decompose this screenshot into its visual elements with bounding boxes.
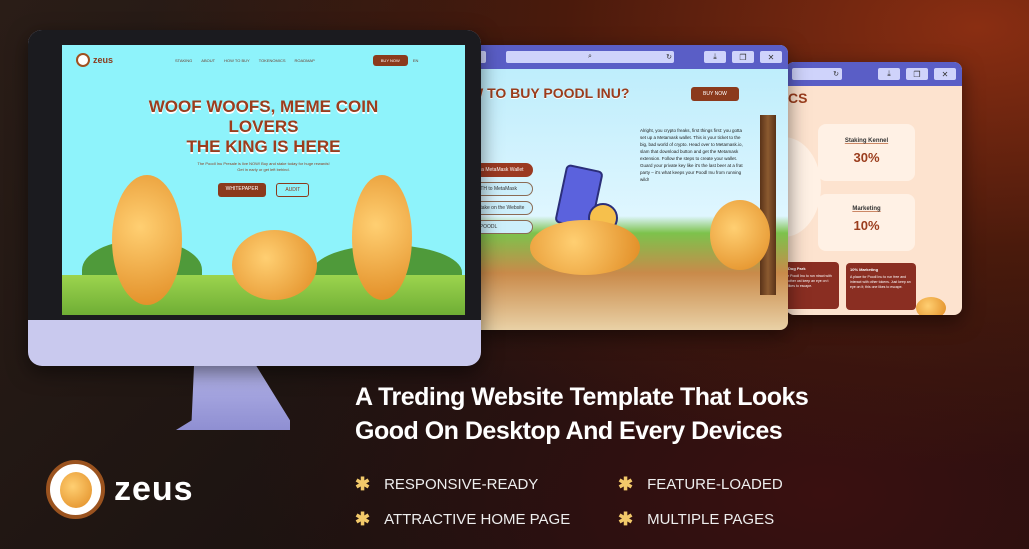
reload-icon[interactable]: ↻ [666, 53, 672, 61]
card-value: 10% [853, 218, 880, 233]
download-icon[interactable]: ⤓ [704, 51, 726, 63]
headline-line: Good On Desktop And Every Devices [355, 417, 783, 445]
section-title: W TO BUY POODL INU? [470, 85, 630, 101]
feature-label: ATTRACTIVE HOME PAGE [384, 511, 571, 528]
monitor-bezel: zeus STAKING ABOUT HOW TO BUY TOKENOMICS… [28, 30, 481, 320]
monitor-stand [176, 366, 290, 430]
feature-item: ✱ ATTRACTIVE HOME PAGE [355, 509, 570, 530]
how-to-buy-window: ⌕ ↻ ⤓ ❐ ✕ W TO BUY POODL INU? BUY NOW e a… [470, 45, 788, 330]
asterisk-icon: ✱ [355, 474, 371, 494]
card-label: Staking Kennel [844, 138, 889, 144]
info-card: 10% Marketing A place for Poodl Inu to r… [846, 263, 916, 310]
lion-illustration [916, 297, 946, 315]
card-value: 30% [853, 150, 880, 165]
brand-name: zeus [114, 470, 194, 508]
info-card: Dog Park r Poodl Inu to run ntract with … [786, 262, 839, 309]
lion-logo-icon [60, 472, 92, 508]
address-bar[interactable]: ⌕ ↻ [506, 51, 674, 63]
card-label: Marketing [852, 206, 881, 212]
download-icon[interactable]: ⤓ [878, 68, 900, 80]
hero-title-line: THE KING IS HERE [186, 137, 341, 156]
buy-now-button[interactable]: BUY NOW [691, 87, 739, 101]
restore-icon[interactable]: ❐ [906, 68, 928, 80]
buy-now-button[interactable]: BUY NOW [372, 54, 408, 66]
feature-label: MULTIPLE PAGES [647, 511, 775, 528]
search-icon: ⌕ [588, 53, 592, 60]
address-bar[interactable]: ↻ [792, 68, 842, 80]
nav-about[interactable]: ABOUT [201, 58, 215, 63]
whitepaper-button[interactable]: WHITEPAPER [217, 183, 267, 197]
lion-logo-icon [76, 53, 90, 67]
lion-illustration [710, 200, 770, 270]
nav-roadmap[interactable]: ROADMAP [295, 58, 315, 63]
info-text: r Poodl Inu to run ntract with other ust… [788, 274, 832, 288]
hero-sub-line: Get in early or get left behind. [237, 167, 290, 172]
close-icon[interactable]: ✕ [760, 51, 782, 63]
lion-illustration [530, 220, 640, 275]
tokenomics-window: ↻ ⤓ ❐ ✕ CS Staking Kennel 30% Marketing … [786, 62, 962, 315]
nav-tokenomics[interactable]: TOKENOMICS [259, 58, 286, 63]
hero-title: WOOF WOOFS, MEME COIN LOVERS THE KING IS… [62, 97, 465, 157]
chart-shape [786, 137, 821, 237]
hero-subtitle: The Poodl Inu Presale is live NOW! Buy a… [62, 161, 465, 173]
close-icon[interactable]: ✕ [934, 68, 956, 80]
brand-logo [46, 460, 105, 519]
feature-label: RESPONSIVE-READY [384, 476, 539, 493]
monitor: zeus STAKING ABOUT HOW TO BUY TOKENOMICS… [28, 30, 481, 366]
section-title: CS [788, 90, 808, 106]
tree-illustration [760, 115, 776, 295]
hero-title-line: LOVERS [228, 117, 299, 136]
token-card: Staking Kennel 30% [818, 124, 915, 181]
lion-illustration [112, 175, 182, 305]
feature-label: FEATURE-LOADED [647, 476, 783, 493]
restore-icon[interactable]: ❐ [732, 51, 754, 63]
browser-bar: ↻ ⤓ ❐ ✕ [786, 62, 962, 86]
info-title: Dog Park [788, 266, 806, 271]
hero-title-line: WOOF WOOFS, MEME COIN [148, 97, 379, 116]
site-logo[interactable]: zeus [76, 53, 113, 67]
browser-bar: ⌕ ↻ ⤓ ❐ ✕ [470, 45, 788, 69]
brand-name: zeus [93, 55, 114, 65]
audit-button[interactable]: AUDIT [276, 183, 310, 197]
reload-icon[interactable]: ↻ [833, 70, 839, 78]
asterisk-icon: ✱ [618, 474, 634, 494]
monitor-screen: zeus STAKING ABOUT HOW TO BUY TOKENOMICS… [62, 45, 465, 315]
nav-staking[interactable]: STAKING [175, 58, 192, 63]
asterisk-icon: ✱ [618, 509, 634, 529]
feature-item: ✱ FEATURE-LOADED [618, 474, 783, 495]
body-text: Alright, you crypto freaks, first things… [640, 128, 743, 182]
site-nav: zeus STAKING ABOUT HOW TO BUY TOKENOMICS… [62, 45, 465, 75]
feature-item: ✱ MULTIPLE PAGES [618, 509, 774, 530]
language-select[interactable]: EN [413, 58, 419, 63]
headline: A Treding Website Template That Looks Go… [355, 380, 809, 448]
nav-how-to-buy[interactable]: HOW TO BUY [224, 58, 250, 63]
lion-illustration [352, 175, 412, 300]
asterisk-icon: ✱ [355, 509, 371, 529]
headline-line: A Treding Website Template That Looks [355, 383, 809, 411]
info-text: A place for Poodl Inu to run free and in… [850, 275, 911, 289]
info-title: 10% Marketing [850, 267, 879, 272]
feature-item: ✱ RESPONSIVE-READY [355, 474, 538, 495]
lion-illustration [232, 230, 317, 300]
token-card: Marketing 10% [818, 194, 915, 251]
